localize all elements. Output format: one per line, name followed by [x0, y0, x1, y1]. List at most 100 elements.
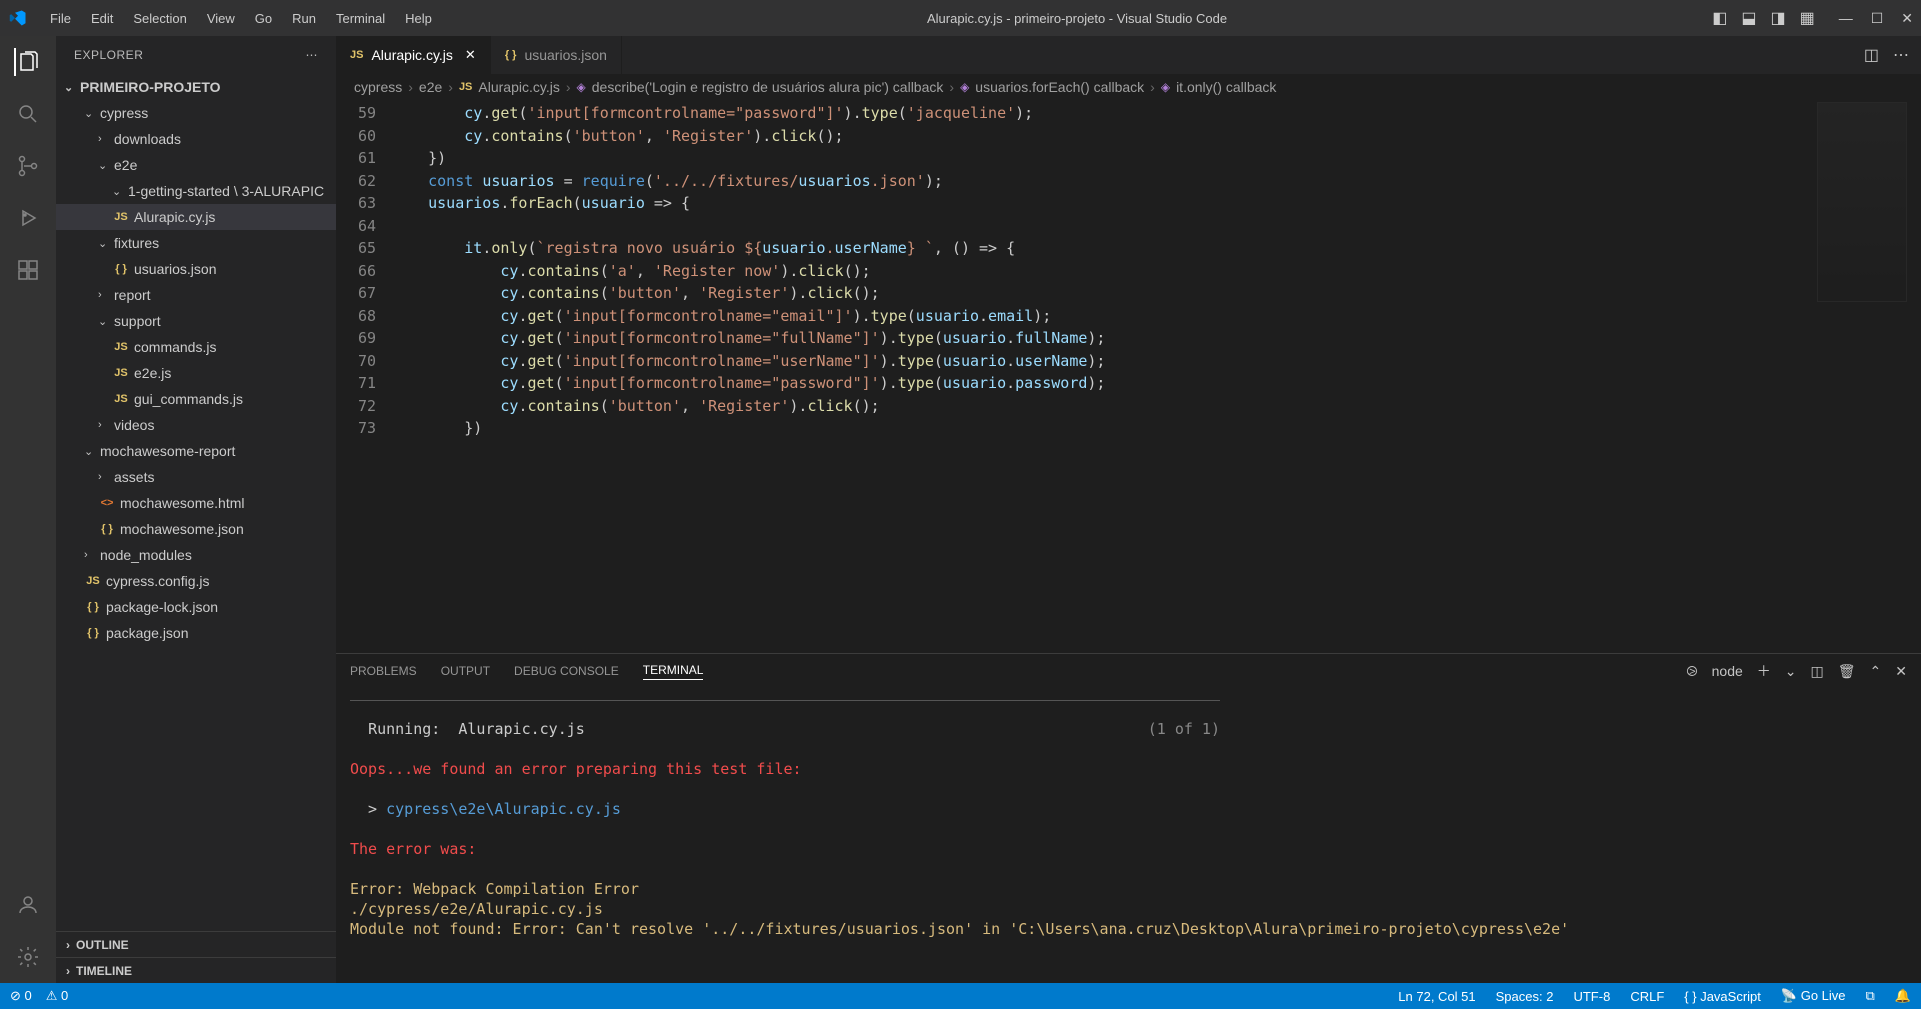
status-errors[interactable]: ⊘ 0: [10, 988, 32, 1004]
root-label: PRIMEIRO-PROJETO: [80, 79, 221, 95]
layout-sidebar-left-icon[interactable]: ◧: [1712, 8, 1727, 28]
panel-tab-terminal[interactable]: TERMINAL: [643, 663, 704, 680]
terminal-shell-icon[interactable]: ⧁: [1686, 663, 1697, 680]
code-content[interactable]: cy.get('input[formcontrolname="password"…: [392, 100, 1921, 653]
tree-item[interactable]: <>mochawesome.html: [56, 490, 336, 516]
tree-root[interactable]: ⌄ PRIMEIRO-PROJETO: [56, 74, 336, 100]
tree-item[interactable]: ›report: [56, 282, 336, 308]
source-control-icon[interactable]: [14, 152, 42, 180]
status-bell-icon[interactable]: 🔔: [1895, 988, 1911, 1004]
status-cursor[interactable]: Ln 72, Col 51: [1398, 989, 1475, 1004]
tree-item[interactable]: { }package.json: [56, 620, 336, 646]
tree-item[interactable]: ⌄mochawesome-report: [56, 438, 336, 464]
more-actions-icon[interactable]: ⋯: [1893, 45, 1909, 65]
method-icon: ◈: [1161, 80, 1170, 94]
tree-item[interactable]: JScommands.js: [56, 334, 336, 360]
status-encoding[interactable]: UTF-8: [1573, 989, 1610, 1004]
timeline-section[interactable]: › TIMELINE: [56, 957, 336, 983]
editor-tab[interactable]: { }usuarios.json: [491, 36, 622, 74]
file-tree: ⌄ PRIMEIRO-PROJETO ⌄cypress›downloads⌄e2…: [56, 74, 336, 931]
tree-item[interactable]: JSgui_commands.js: [56, 386, 336, 412]
tree-item[interactable]: ›assets: [56, 464, 336, 490]
tree-item-label: gui_commands.js: [134, 391, 243, 407]
tree-item[interactable]: ⌄support: [56, 308, 336, 334]
tree-item[interactable]: { }mochawesome.json: [56, 516, 336, 542]
editor-area: JSAlurapic.cy.js✕{ }usuarios.json ◫ ⋯ cy…: [336, 36, 1921, 983]
tree-item-label: downloads: [114, 131, 181, 147]
tree-item-label: cypress.config.js: [106, 573, 209, 589]
breadcrumb[interactable]: cypress› e2e› JS Alurapic.cy.js› ◈ descr…: [336, 74, 1921, 100]
maximize-panel-icon[interactable]: ⌃: [1870, 663, 1882, 680]
status-golive[interactable]: 📡 Go Live: [1781, 988, 1846, 1004]
explorer-icon[interactable]: [14, 48, 42, 76]
menu-selection[interactable]: Selection: [123, 7, 196, 30]
chevron-down-icon: ⌄: [64, 81, 78, 94]
tree-item[interactable]: ›videos: [56, 412, 336, 438]
tree-item[interactable]: ⌄cypress: [56, 100, 336, 126]
status-feedback-icon[interactable]: ⧉: [1866, 988, 1875, 1004]
layout-panel-icon[interactable]: ⬓: [1741, 8, 1756, 28]
terminal-dropdown-icon[interactable]: ⌄: [1785, 663, 1797, 680]
editor-tab[interactable]: JSAlurapic.cy.js✕: [336, 36, 491, 74]
new-terminal-icon[interactable]: ＋: [1757, 661, 1771, 681]
settings-gear-icon[interactable]: [14, 943, 42, 971]
panel-tab-output[interactable]: OUTPUT: [441, 664, 490, 678]
more-icon[interactable]: ⋯: [306, 48, 319, 62]
tree-item[interactable]: { }package-lock.json: [56, 594, 336, 620]
extensions-icon[interactable]: [14, 256, 42, 284]
terminal-error-file: ./cypress/e2e/Alurapic.cy.js: [350, 899, 1907, 919]
tree-item[interactable]: JSe2e.js: [56, 360, 336, 386]
outline-section[interactable]: › OUTLINE: [56, 931, 336, 957]
tree-item[interactable]: JScypress.config.js: [56, 568, 336, 594]
panel-tab-problems[interactable]: PROBLEMS: [350, 664, 417, 678]
maximize-icon[interactable]: ☐: [1871, 10, 1884, 27]
terminal-output[interactable]: Running: Alurapic.cy.js (1 of 1) Oops...…: [336, 688, 1921, 983]
menu-run[interactable]: Run: [282, 7, 326, 30]
tree-item-label: node_modules: [100, 547, 192, 563]
tree-item[interactable]: ›downloads: [56, 126, 336, 152]
breadcrumb-item[interactable]: it.only() callback: [1176, 79, 1276, 95]
tree-item-label: 1-getting-started \ 3-ALURAPIC: [128, 183, 324, 199]
menu-view[interactable]: View: [197, 7, 245, 30]
layout-grid-icon[interactable]: ▦: [1800, 8, 1815, 28]
panel-tab-debug[interactable]: DEBUG CONSOLE: [514, 664, 619, 678]
tree-item[interactable]: ›node_modules: [56, 542, 336, 568]
kill-terminal-icon[interactable]: 🗑: [1838, 663, 1856, 680]
close-tab-icon[interactable]: ✕: [465, 47, 476, 63]
tree-item[interactable]: ⌄e2e: [56, 152, 336, 178]
chevron-down-icon: ⌄: [98, 237, 112, 250]
terminal-shell-label[interactable]: node: [1712, 663, 1743, 679]
breadcrumb-item[interactable]: e2e: [419, 79, 442, 95]
breadcrumb-item[interactable]: usuarios.forEach() callback: [975, 79, 1144, 95]
tree-item[interactable]: ⌄fixtures: [56, 230, 336, 256]
menu-terminal[interactable]: Terminal: [326, 7, 395, 30]
status-spaces[interactable]: Spaces: 2: [1496, 989, 1554, 1004]
tree-item[interactable]: JSAlurapic.cy.js: [56, 204, 336, 230]
menu-edit[interactable]: Edit: [81, 7, 123, 30]
status-eol[interactable]: CRLF: [1630, 989, 1664, 1004]
menu-help[interactable]: Help: [395, 7, 442, 30]
method-icon: ◈: [960, 80, 969, 94]
split-editor-icon[interactable]: ◫: [1864, 45, 1879, 65]
layout-sidebar-right-icon[interactable]: ◨: [1770, 8, 1785, 28]
status-warnings[interactable]: ⚠ 0: [46, 988, 69, 1004]
search-icon[interactable]: [14, 100, 42, 128]
menu-go[interactable]: Go: [245, 7, 282, 30]
breadcrumb-item[interactable]: describe('Login e registro de usuários a…: [592, 79, 944, 95]
chevron-right-icon: ›: [84, 549, 98, 561]
running-count: (1 of 1): [1148, 719, 1220, 739]
code-editor[interactable]: 596061626364656667686970717273 cy.get('i…: [336, 100, 1921, 653]
breadcrumb-item[interactable]: cypress: [354, 79, 402, 95]
accounts-icon[interactable]: [14, 891, 42, 919]
close-panel-icon[interactable]: ✕: [1895, 663, 1907, 680]
minimize-icon[interactable]: —: [1839, 10, 1853, 26]
split-terminal-icon[interactable]: ◫: [1811, 663, 1824, 680]
status-language[interactable]: { } JavaScript: [1684, 989, 1761, 1004]
run-debug-icon[interactable]: [14, 204, 42, 232]
menu-file[interactable]: File: [40, 7, 81, 30]
tree-item[interactable]: { }usuarios.json: [56, 256, 336, 282]
close-icon[interactable]: ✕: [1901, 10, 1913, 27]
tree-item[interactable]: ⌄1-getting-started \ 3-ALURAPIC: [56, 178, 336, 204]
breadcrumb-item[interactable]: Alurapic.cy.js: [478, 79, 559, 95]
minimap[interactable]: [1817, 102, 1907, 302]
